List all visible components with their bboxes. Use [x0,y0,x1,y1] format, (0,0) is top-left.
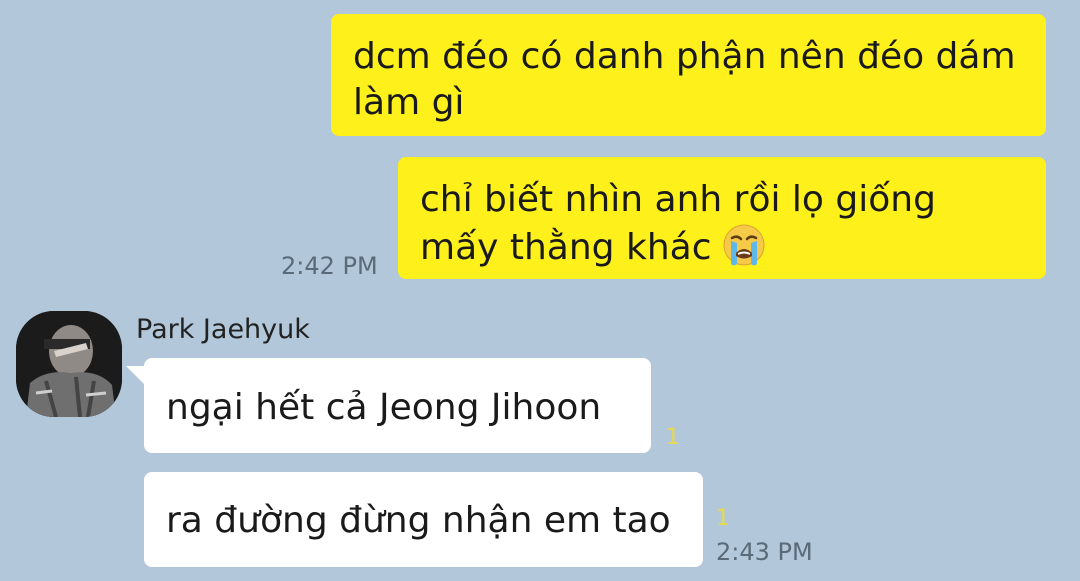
message-timestamp: 2:42 PM [281,252,378,280]
unread-count: 1 [716,506,730,531]
bubble-tail [126,366,146,386]
unread-count: 1 [666,425,680,450]
incoming-message-bubble[interactable]: ra đường đừng nhận em tao [144,472,703,567]
message-text: ngại hết cả Jeong Jihoon [166,387,602,428]
message-text: dcm đéo có danh phận nên đéo dám làm gì [353,36,1016,123]
message-text: chỉ biết nhìn anh rồi lọ giống mấy thằng… [420,179,936,268]
loudly-crying-face-icon [722,223,766,279]
avatar-photo-icon [16,311,122,417]
avatar[interactable] [16,311,122,417]
outgoing-message-bubble[interactable]: chỉ biết nhìn anh rồi lọ giống mấy thằng… [398,157,1046,279]
incoming-message-bubble[interactable]: ngại hết cả Jeong Jihoon [144,358,651,453]
message-text: ra đường đừng nhận em tao [166,500,671,541]
outgoing-message-bubble[interactable]: dcm đéo có danh phận nên đéo dám làm gì [331,14,1046,136]
message-timestamp: 2:43 PM [716,538,813,566]
sender-name: Park Jaehyuk [136,314,310,345]
